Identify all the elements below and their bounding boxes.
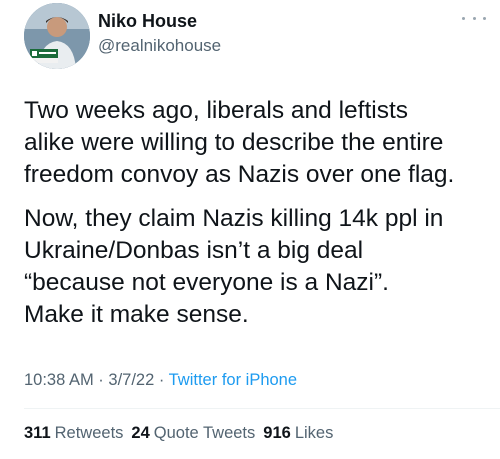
tweet-text: Two weeks ago, liberals and leftists ali… bbox=[24, 95, 484, 331]
divider bbox=[24, 408, 500, 409]
profile-photo-icon bbox=[24, 3, 90, 69]
tweet-paragraph-2: Now, they claim Nazis killing 14k ppl in… bbox=[24, 205, 444, 328]
engagement-stats: 311 Retweets 24 Quote Tweets 916 Likes bbox=[24, 424, 333, 443]
likes-stat[interactable]: 916 Likes bbox=[263, 424, 333, 443]
retweets-stat[interactable]: 311 Retweets bbox=[24, 424, 123, 443]
tweet-date[interactable]: 3/7/22 bbox=[108, 371, 154, 389]
more-dot bbox=[462, 16, 465, 20]
more-options-icon[interactable] bbox=[462, 10, 486, 26]
retweets-count: 311 bbox=[24, 424, 51, 442]
tweet-time[interactable]: 10:38 AM bbox=[24, 371, 94, 389]
tweet-card: Niko House @realnikohouse Two weeks ago,… bbox=[0, 0, 500, 459]
tweet-meta: 10:38 AM · 3/7/22 · Twitter for iPhone bbox=[24, 371, 297, 390]
avatar[interactable] bbox=[24, 3, 90, 69]
author-name[interactable]: Niko House bbox=[98, 11, 197, 32]
quote-tweets-label: Quote Tweets bbox=[153, 424, 256, 442]
quote-tweets-count: 24 bbox=[131, 424, 150, 442]
author-handle[interactable]: @realnikohouse bbox=[98, 36, 221, 56]
meta-separator: · bbox=[154, 371, 169, 389]
quote-tweets-stat[interactable]: 24 Quote Tweets bbox=[131, 424, 255, 443]
likes-label: Likes bbox=[294, 424, 334, 442]
tweet-source-link[interactable]: Twitter for iPhone bbox=[169, 371, 297, 389]
retweets-label: Retweets bbox=[54, 424, 124, 442]
likes-count: 916 bbox=[263, 424, 291, 442]
tweet-paragraph-1: Two weeks ago, liberals and leftists ali… bbox=[24, 97, 455, 188]
meta-separator: · bbox=[93, 371, 109, 389]
more-dot bbox=[472, 16, 476, 20]
more-dot bbox=[483, 16, 486, 20]
